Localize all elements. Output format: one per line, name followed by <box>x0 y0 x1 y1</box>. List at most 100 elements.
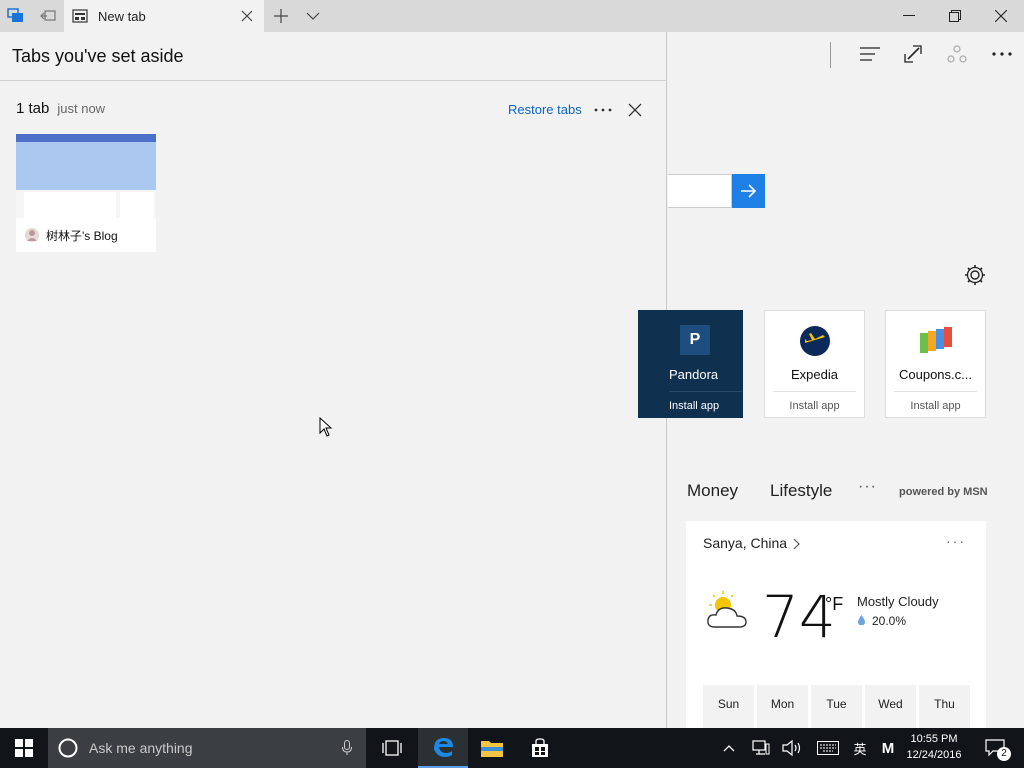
mouse-cursor-icon <box>319 417 333 437</box>
chevron-up-icon <box>723 745 735 752</box>
panel-title: Tabs you've set aside <box>0 32 666 81</box>
app-name: Expedia <box>791 367 838 382</box>
forecast-day[interactable]: Wed <box>865 685 916 728</box>
new-tab-page: P Pandora Install app Expedia Install ap… <box>638 32 1024 728</box>
forecast-day[interactable]: Tue <box>811 685 862 728</box>
partly-cloudy-icon <box>707 591 747 628</box>
touch-keyboard-button[interactable] <box>814 728 842 768</box>
expedia-logo-icon <box>800 326 830 356</box>
cortana-icon <box>58 738 78 758</box>
network-icon <box>752 740 770 755</box>
tab-group-time: just now <box>57 101 106 116</box>
categories-more-button[interactable]: ··· <box>858 478 877 496</box>
app-tile-coupons[interactable]: Coupons.c... Install app <box>885 310 986 418</box>
weather-more-button[interactable]: ··· <box>946 533 966 549</box>
install-app-link[interactable]: Install app <box>773 391 856 412</box>
plus-icon <box>274 9 288 23</box>
task-view-button[interactable] <box>368 728 416 768</box>
precipitation-drop-icon <box>858 615 865 625</box>
taskbar-file-explorer[interactable] <box>468 728 516 768</box>
store-icon <box>532 738 548 757</box>
weather-unit[interactable]: °F <box>825 594 843 615</box>
hub-button[interactable] <box>856 42 884 66</box>
site-favicon-icon <box>25 228 39 242</box>
search-go-button[interactable] <box>732 174 765 208</box>
set-tabs-aside-button[interactable] <box>32 0 64 32</box>
cortana-search-box[interactable]: Ask me anything <box>48 728 366 768</box>
tab-group-header: 1 tab just now <box>16 100 105 117</box>
gear-icon[interactable] <box>964 264 986 286</box>
start-button[interactable] <box>0 728 48 768</box>
aside-tab-thumbnail[interactable]: 树林子's Blog <box>16 134 156 252</box>
pandora-logo-icon: P <box>680 325 710 355</box>
toolbar-divider <box>830 42 831 68</box>
forecast-day[interactable]: Sun <box>703 685 754 728</box>
weather-precipitation: 20.0% <box>872 614 907 628</box>
weather-location[interactable]: Sanya, China <box>703 535 787 551</box>
install-app-link[interactable]: Install app <box>894 391 977 412</box>
forecast-day[interactable]: Mon <box>757 685 808 728</box>
aside-tab-title: 树林子's Blog <box>46 228 118 243</box>
settings-more-button[interactable] <box>988 42 1016 66</box>
clock-time: 10:55 PM <box>910 733 958 745</box>
network-button[interactable] <box>750 728 772 768</box>
task-view-icon <box>382 740 402 756</box>
ime-mode-indicator[interactable]: M <box>876 728 900 768</box>
taskbar-edge[interactable] <box>418 728 468 768</box>
minimize-icon <box>903 15 915 16</box>
set-aside-icon <box>40 10 56 21</box>
group-more-icon[interactable] <box>592 100 614 120</box>
clock[interactable]: 10:55 PM 12/24/2016 <box>900 731 968 763</box>
windows-logo-icon <box>15 739 33 757</box>
tab-previews-button[interactable] <box>298 0 328 32</box>
volume-button[interactable] <box>780 728 804 768</box>
app-tile-expedia[interactable]: Expedia Install app <box>764 310 865 418</box>
web-note-button[interactable] <box>899 42 927 66</box>
tab-title: New tab <box>98 8 146 24</box>
thumbnail-header-bar <box>16 134 156 142</box>
weather-card[interactable]: Sanya, China ··· 74 °F Mostly Cloudy 20.… <box>686 521 986 728</box>
restore-window-icon <box>949 10 961 22</box>
action-center-button[interactable]: 2 <box>978 728 1012 768</box>
app-name: Coupons.c... <box>899 367 972 382</box>
more-icon <box>992 52 1012 56</box>
file-explorer-icon <box>481 741 503 757</box>
chevron-right-icon <box>793 538 800 550</box>
ime-language-indicator[interactable]: 英 <box>848 728 872 768</box>
keyboard-icon <box>817 741 839 755</box>
restore-tabs-link[interactable]: Restore tabs <box>508 102 582 117</box>
close-icon <box>995 10 1007 22</box>
app-name: Pandora <box>669 367 719 382</box>
show-hidden-icons-button[interactable] <box>718 728 740 768</box>
category-money[interactable]: Money <box>687 481 738 501</box>
search-input[interactable] <box>668 174 732 208</box>
close-window-button[interactable] <box>978 0 1024 32</box>
microphone-icon[interactable] <box>342 740 352 756</box>
taskbar-store[interactable] <box>516 728 564 768</box>
forecast-day[interactable]: Thu <box>919 685 970 728</box>
minimize-button[interactable] <box>886 0 932 32</box>
taskbar: Ask me anything 英 M 10:55 PM 12/24/2016 … <box>0 728 1024 768</box>
volume-icon <box>782 740 801 756</box>
new-tab-page-icon <box>72 9 88 23</box>
tabs-aside-button[interactable] <box>0 0 32 32</box>
chevron-down-icon <box>306 12 320 20</box>
tab-new-tab[interactable]: New tab <box>64 0 264 32</box>
coupons-logo-icon <box>920 327 952 353</box>
install-app-link[interactable]: Install app <box>669 391 742 412</box>
weather-condition: Mostly Cloudy <box>857 594 939 609</box>
share-icon <box>947 45 967 63</box>
search-placeholder: Ask me anything <box>89 740 193 756</box>
new-tab-button[interactable] <box>266 0 296 32</box>
tab-count: 1 tab <box>16 100 50 117</box>
thumbnail-label: 树林子's Blog <box>16 218 156 252</box>
category-lifestyle[interactable]: Lifestyle <box>770 481 832 501</box>
share-button[interactable] <box>943 42 971 66</box>
web-note-icon <box>904 45 922 63</box>
restore-window-button[interactable] <box>932 0 978 32</box>
edge-browser-icon <box>434 738 453 757</box>
app-tile-pandora[interactable]: P Pandora Install app <box>638 310 743 418</box>
thumbnail-hero <box>16 142 156 190</box>
remove-group-icon[interactable] <box>626 100 644 120</box>
close-tab-icon[interactable] <box>241 10 253 22</box>
